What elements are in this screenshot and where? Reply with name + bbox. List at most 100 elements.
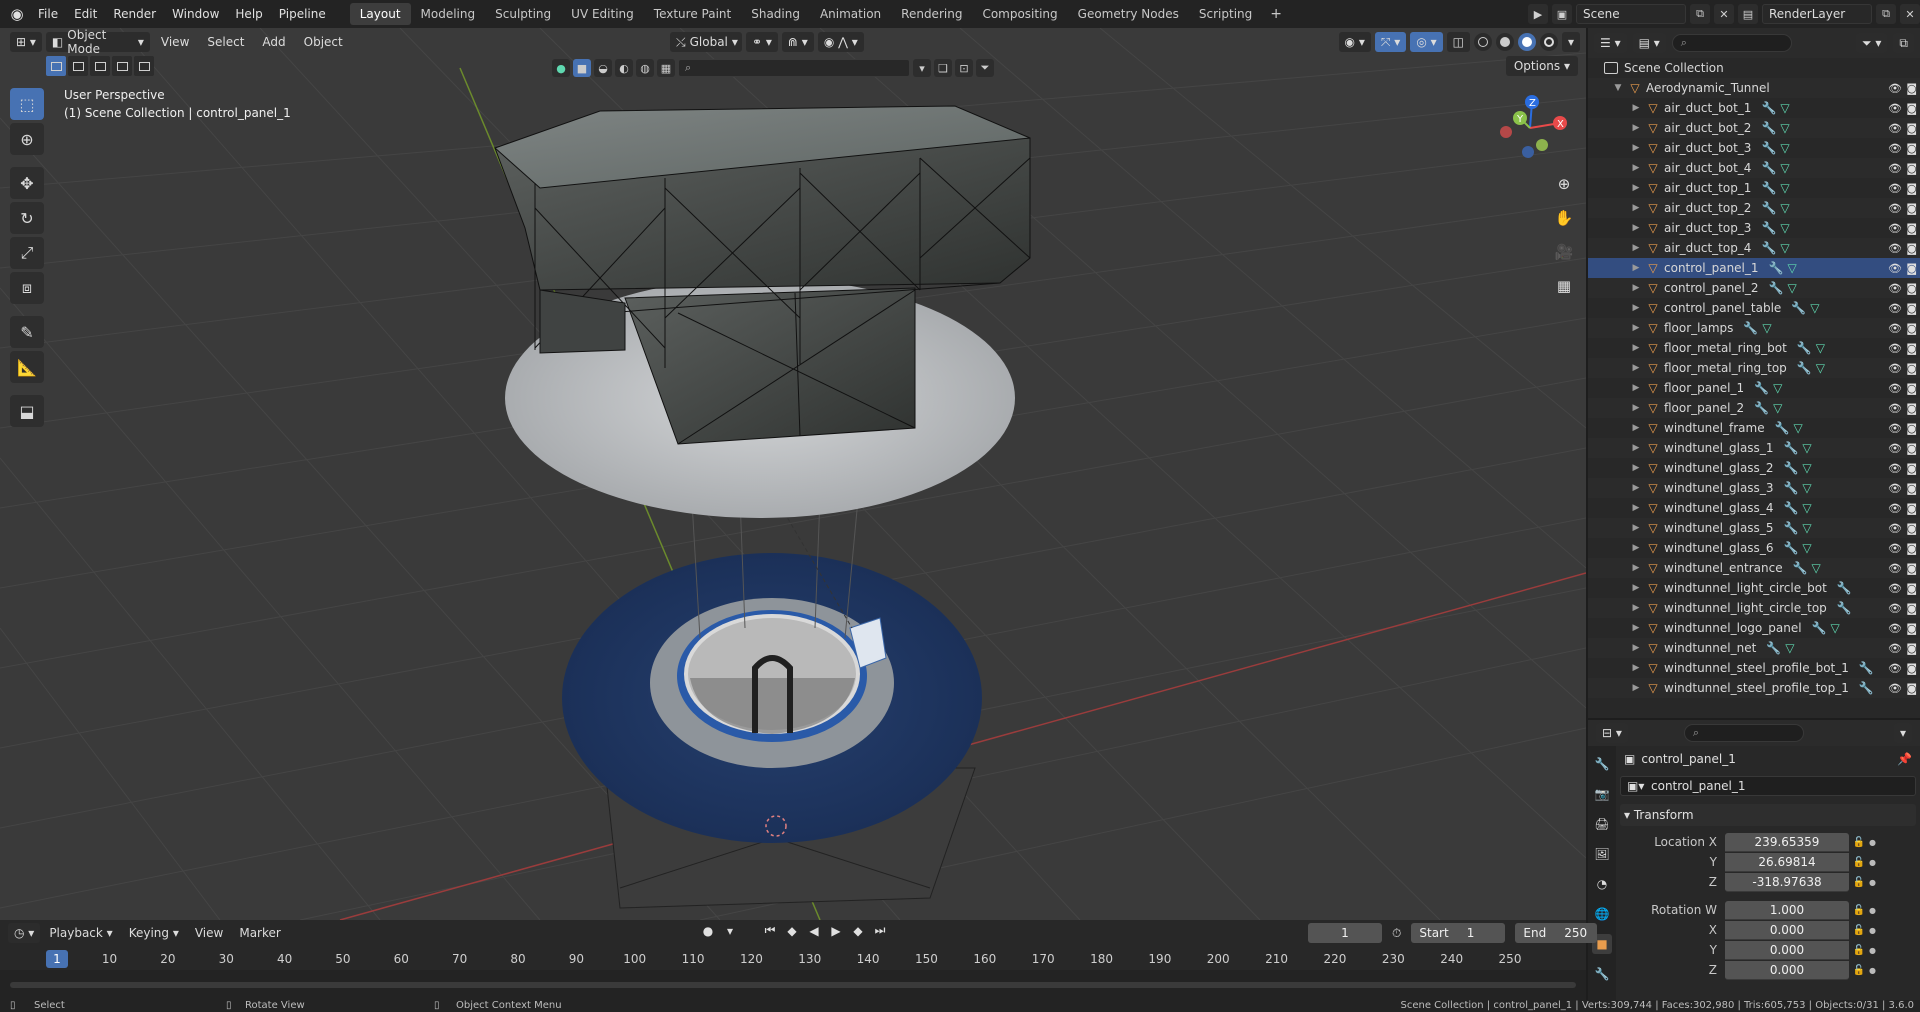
select-subtract-icon[interactable] <box>90 56 110 76</box>
camera-restrict-icon[interactable]: ◙ <box>1906 462 1917 475</box>
end-frame-field[interactable]: End 250 <box>1515 923 1598 943</box>
camera-restrict-icon[interactable]: ◙ <box>1906 522 1917 535</box>
output-tab-icon[interactable]: 🖨 <box>1592 814 1612 834</box>
menu-view[interactable]: View <box>154 32 196 52</box>
cursor-tool-icon[interactable]: ⊕ <box>10 123 44 155</box>
camera-restrict-icon[interactable]: ◙ <box>1906 262 1917 275</box>
camera-restrict-icon[interactable]: ◙ <box>1906 322 1917 335</box>
navigation-gizmo[interactable]: Z X Y <box>1490 88 1570 168</box>
mesh-data-icon[interactable]: ▽ <box>1802 501 1811 515</box>
camera-restrict-icon[interactable]: ◙ <box>1906 422 1917 435</box>
camera-restrict-icon[interactable]: ◙ <box>1906 442 1917 455</box>
outliner-item[interactable]: ▶ ▽ control_panel_table 🔧 ▽ 👁 ◙ <box>1588 298 1920 318</box>
camera-restrict-icon[interactable]: ◙ <box>1906 502 1917 515</box>
eye-icon[interactable]: 👁 <box>1888 242 1902 255</box>
keyframe-dot-icon[interactable]: ● <box>1869 858 1876 867</box>
expand-right-icon[interactable]: ▶ <box>1630 243 1642 253</box>
mesh-data-icon[interactable]: ▽ <box>1780 121 1789 135</box>
camera-restrict-icon[interactable]: ◙ <box>1906 642 1917 655</box>
mesh-data-icon[interactable]: ▽ <box>1762 321 1771 335</box>
eye-icon[interactable]: 👁 <box>1888 362 1902 375</box>
camera-restrict-icon[interactable]: ◙ <box>1906 622 1917 635</box>
eye-icon[interactable]: 👁 <box>1888 202 1902 215</box>
mesh-data-icon[interactable]: ▽ <box>1787 261 1796 275</box>
expand-right-icon[interactable]: ▶ <box>1630 363 1642 373</box>
ortho-grid-icon[interactable]: ▦ <box>1550 272 1578 300</box>
outliner-item[interactable]: ▶ ▽ windtunnel_steel_profile_bot_1 🔧 👁 ◙ <box>1588 658 1920 678</box>
mesh-data-icon[interactable]: ▽ <box>1773 401 1782 415</box>
expand-right-icon[interactable]: ▶ <box>1630 303 1642 313</box>
expand-right-icon[interactable]: ▶ <box>1630 483 1642 493</box>
dropdown-icon[interactable]: ▾ <box>913 59 931 77</box>
color-icon[interactable]: ● <box>552 59 570 77</box>
modifier-wrench-icon[interactable]: 🔧 <box>1769 261 1784 275</box>
render-tab-icon[interactable]: 📷 <box>1592 784 1612 804</box>
outliner-item[interactable]: ▶ ▽ windtunel_glass_1 🔧 ▽ 👁 ◙ <box>1588 438 1920 458</box>
gizmo-icon[interactable]: ⤧ ▾ <box>1374 32 1407 52</box>
eye-icon[interactable]: 👁 <box>1888 582 1902 595</box>
modifier-wrench-icon[interactable]: 🔧 <box>1743 321 1758 335</box>
camera-restrict-icon[interactable]: ◙ <box>1906 102 1917 115</box>
new-view-layer-icon[interactable]: ⧉ <box>1876 4 1896 24</box>
object-name-field[interactable]: ▣▾ control_panel_1 <box>1620 776 1916 796</box>
eye-icon[interactable]: 👁 <box>1888 542 1902 555</box>
menu-render[interactable]: Render <box>105 3 164 25</box>
modifier-wrench-icon[interactable]: 🔧 <box>1812 621 1827 635</box>
add-workspace-button[interactable]: + <box>1262 3 1290 25</box>
tab-texture-paint[interactable]: Texture Paint <box>644 3 741 25</box>
scene-icon[interactable]: ▣ <box>1552 4 1572 24</box>
editor-type-button[interactable]: ⊞ ▾ <box>10 32 42 52</box>
mesh-data-icon[interactable]: ▽ <box>1780 101 1789 115</box>
outliner-item[interactable]: ▶ ▽ windtunel_glass_6 🔧 ▽ 👁 ◙ <box>1588 538 1920 558</box>
xray-icon[interactable]: ◫ <box>1446 32 1470 52</box>
timeline-scrollbar[interactable] <box>10 982 1576 988</box>
expand-right-icon[interactable]: ▶ <box>1630 203 1642 213</box>
modifier-wrench-icon[interactable]: 🔧 <box>1783 521 1798 535</box>
measure-tool-icon[interactable]: 📐 <box>10 351 44 383</box>
eye-icon[interactable]: 👁 <box>1888 462 1902 475</box>
shading-options-icon[interactable]: ▾ <box>1561 32 1580 52</box>
camera-restrict-icon[interactable]: ◙ <box>1906 382 1917 395</box>
expand-right-icon[interactable]: ▶ <box>1630 523 1642 533</box>
proportional-edit-icon[interactable]: ◉ ⋀ ▾ <box>817 32 864 52</box>
select-new-icon[interactable] <box>46 56 66 76</box>
camera-restrict-icon[interactable]: ◙ <box>1906 82 1917 95</box>
outliner-item[interactable]: ▶ ▽ air_duct_top_4 🔧 ▽ 👁 ◙ <box>1588 238 1920 258</box>
modifier-wrench-icon[interactable]: 🔧 <box>1761 201 1776 215</box>
eye-icon[interactable]: 👁 <box>1888 382 1902 395</box>
3d-viewport[interactable]: ⊞ ▾ ◧ Object Mode ▾ View Select Add Obje… <box>0 28 1586 920</box>
wireframe-shading-icon[interactable] <box>1473 33 1492 51</box>
eye-icon[interactable]: 👁 <box>1888 682 1902 695</box>
outliner-item[interactable]: ▶ ▽ windtunnel_light_circle_top 🔧 👁 ◙ <box>1588 598 1920 618</box>
menu-playback[interactable]: Playback ▾ <box>42 923 119 943</box>
modifier-wrench-icon[interactable]: 🔧 <box>1769 281 1784 295</box>
expand-right-icon[interactable]: ▶ <box>1630 403 1642 413</box>
modifier-wrench-icon[interactable]: 🔧 <box>1783 541 1798 555</box>
tab-scripting[interactable]: Scripting <box>1189 3 1262 25</box>
select-intersect-icon[interactable] <box>134 56 154 76</box>
expand-right-icon[interactable]: ▶ <box>1630 543 1642 553</box>
rendered-shading-icon[interactable] <box>1539 33 1558 51</box>
layout-icon[interactable]: ⊡ <box>955 59 973 77</box>
mesh-data-icon[interactable]: ▽ <box>1780 241 1789 255</box>
gizmo-neg-x-icon[interactable] <box>1500 126 1512 138</box>
modifier-wrench-icon[interactable]: 🔧 <box>1783 461 1798 475</box>
eye-icon[interactable]: 👁 <box>1888 522 1902 535</box>
tab-modeling[interactable]: Modeling <box>411 3 486 25</box>
next-keyframe-icon[interactable]: ◆ <box>850 924 866 938</box>
eye-icon[interactable]: 👁 <box>1888 602 1902 615</box>
mesh-data-icon[interactable]: ▽ <box>1802 461 1811 475</box>
mesh-data-icon[interactable]: ▽ <box>1787 281 1796 295</box>
expand-right-icon[interactable]: ▶ <box>1630 583 1642 593</box>
camera-restrict-icon[interactable]: ◙ <box>1906 482 1917 495</box>
eye-icon[interactable]: 👁 <box>1888 482 1902 495</box>
move-tool-icon[interactable]: ✥ <box>10 167 44 199</box>
menu-window[interactable]: Window <box>164 3 227 25</box>
texture-icon[interactable]: ◐ <box>615 59 633 77</box>
tab-compositing[interactable]: Compositing <box>972 3 1067 25</box>
outliner-item[interactable]: ▶ ▽ windtunel_entrance 🔧 ▽ 👁 ◙ <box>1588 558 1920 578</box>
viewport-search-input[interactable]: ⌕ <box>678 59 910 77</box>
keyframe-dot-icon[interactable]: ● <box>1869 966 1876 975</box>
outliner-item[interactable]: ▶ ▽ windtunel_glass_2 🔧 ▽ 👁 ◙ <box>1588 458 1920 478</box>
modifier-wrench-icon[interactable]: 🔧 <box>1837 601 1852 615</box>
